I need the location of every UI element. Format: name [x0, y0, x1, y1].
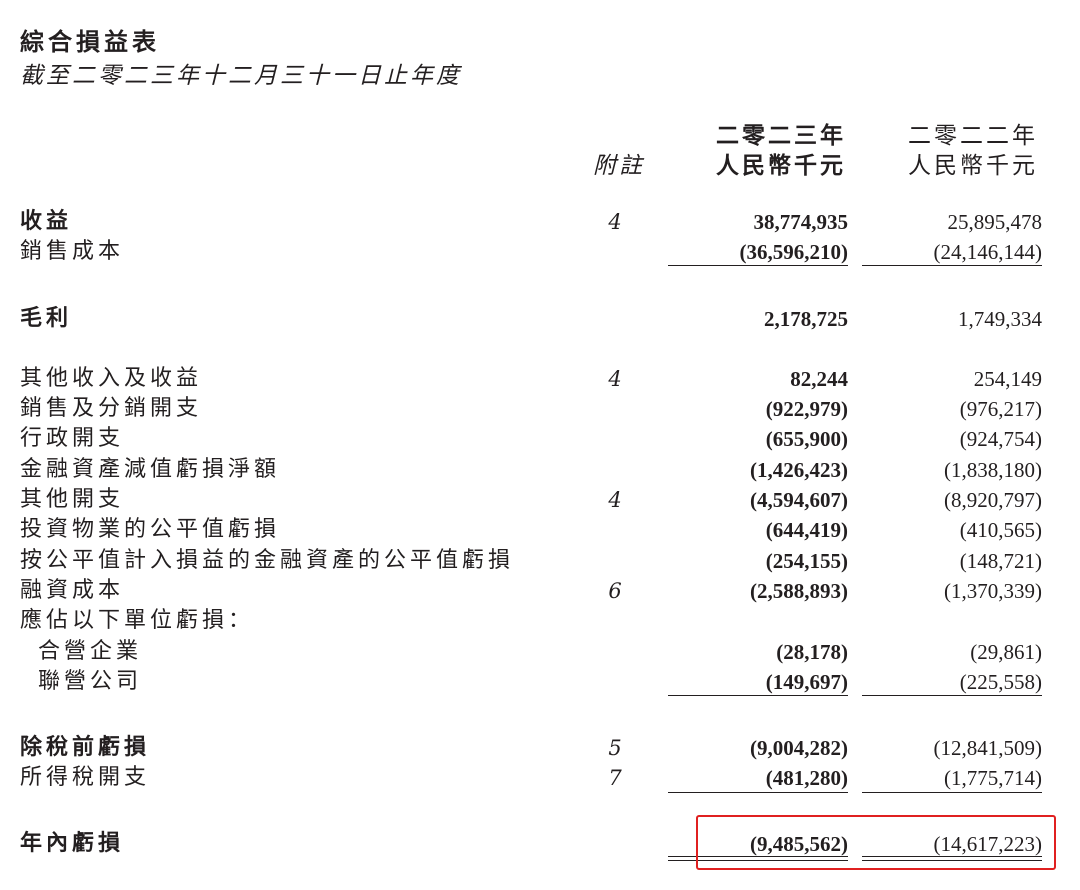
- row-note: 4: [608, 367, 622, 391]
- value-2022: (1,838,180): [944, 458, 1042, 482]
- value-2023: (2,588,893): [750, 579, 848, 603]
- value-2022: (12,841,509): [933, 736, 1043, 760]
- subtotal-rule-2022: [862, 265, 1042, 266]
- value-2023: 2,178,725: [764, 307, 848, 331]
- highlight-box: [696, 815, 1056, 870]
- table-row: 所得稅開支 7 (481,280) (1,775,714): [0, 763, 1080, 793]
- header-year-2022: 二零二二年: [908, 123, 1038, 149]
- subtotal-rule-2023: [668, 695, 848, 696]
- value-2023: (36,596,210): [739, 240, 849, 264]
- row-label: 收益: [20, 209, 73, 234]
- row-label: 毛利: [20, 306, 73, 331]
- table-row: 融資成本 6 (2,588,893) (1,370,339): [0, 576, 1080, 606]
- row-label: 銷售成本: [20, 239, 125, 264]
- value-2023: (1,426,423): [750, 458, 848, 482]
- value-2023: (28,178): [776, 640, 848, 664]
- value-2022: (924,754): [959, 427, 1042, 451]
- row-note: 5: [608, 736, 622, 760]
- statement-title: 綜合損益表: [20, 28, 160, 56]
- value-2023: 82,244: [790, 367, 848, 391]
- header-currency-2022: 人民幣千元: [908, 153, 1038, 179]
- statement-subtitle: 截至二零二三年十二月三十一日止年度: [20, 63, 462, 89]
- subtotal-rule-2023: [668, 792, 848, 793]
- value-2022: (148,721): [959, 549, 1042, 573]
- table-row: 聯營公司 (149,697) (225,558): [0, 667, 1080, 697]
- value-2022: (8,920,797): [944, 488, 1042, 512]
- row-label: 投資物業的公平值虧損: [20, 517, 281, 542]
- table-row: 投資物業的公平值虧損 (644,419) (410,565): [0, 515, 1080, 545]
- table-row: 其他收入及收益 4 82,244 254,149: [0, 364, 1080, 394]
- value-2023: (4,594,607): [750, 488, 848, 512]
- value-2022: (24,146,144): [933, 240, 1043, 264]
- subtotal-rule-2022: [862, 792, 1042, 793]
- value-2022: (29,861): [970, 640, 1042, 664]
- table-row: 應佔以下單位虧損：: [0, 606, 1080, 636]
- value-2022: 25,895,478: [947, 210, 1043, 234]
- row-label: 年內虧損: [20, 831, 125, 856]
- table-row: 除稅前虧損 5 (9,004,282) (12,841,509): [0, 733, 1080, 763]
- row-note: 7: [608, 766, 622, 790]
- row-note: 6: [608, 579, 622, 603]
- value-2022: (976,217): [959, 397, 1042, 421]
- value-2022: (225,558): [959, 670, 1042, 694]
- value-2022: 254,149: [973, 367, 1042, 391]
- value-2023: (481,280): [765, 766, 848, 790]
- value-2023: 38,774,935: [753, 210, 849, 234]
- header-year-2023: 二零二三年: [716, 123, 846, 149]
- table-row: 銷售及分銷開支 (922,979) (976,217): [0, 394, 1080, 424]
- row-label: 其他開支: [20, 487, 125, 512]
- header-note: 附註: [593, 153, 645, 179]
- row-label: 所得稅開支: [20, 765, 151, 790]
- table-row: 毛利 2,178,725 1,749,334: [0, 304, 1080, 334]
- table-row: 收益 4 38,774,935 25,895,478: [0, 207, 1080, 237]
- row-label: 融資成本: [20, 578, 125, 603]
- row-note: 4: [608, 488, 622, 512]
- row-label: 按公平值計入損益的金融資產的公平值虧損: [20, 548, 515, 573]
- value-2022: (1,370,339): [944, 579, 1042, 603]
- table-row: 銷售成本 (36,596,210) (24,146,144): [0, 237, 1080, 267]
- row-label: 銷售及分銷開支: [20, 396, 203, 421]
- subtotal-rule-2022: [862, 695, 1042, 696]
- subtotal-rule-2023: [668, 265, 848, 266]
- value-2022: 1,749,334: [958, 307, 1042, 331]
- table-row: 按公平值計入損益的金融資產的公平值虧損 (254,155) (148,721): [0, 546, 1080, 576]
- table-row: 其他開支 4 (4,594,607) (8,920,797): [0, 485, 1080, 515]
- row-label: 其他收入及收益: [20, 366, 203, 391]
- value-2022: (410,565): [959, 518, 1042, 542]
- table-row: 合營企業 (28,178) (29,861): [0, 637, 1080, 667]
- value-2023: (655,900): [765, 427, 848, 451]
- value-2022: (1,775,714): [944, 766, 1042, 790]
- row-note: 4: [608, 210, 622, 234]
- value-2023: (254,155): [765, 549, 848, 573]
- value-2023: (9,004,282): [750, 736, 848, 760]
- table-row: 金融資產減值虧損淨額 (1,426,423) (1,838,180): [0, 455, 1080, 485]
- value-2023: (922,979): [765, 397, 848, 421]
- value-2023: (149,697): [765, 670, 848, 694]
- row-label: 應佔以下單位虧損：: [20, 608, 255, 633]
- row-label: 聯營公司: [38, 669, 143, 694]
- header-currency-2023: 人民幣千元: [716, 153, 846, 179]
- value-2023: (644,419): [765, 518, 848, 542]
- row-label: 金融資產減值虧損淨額: [20, 457, 281, 482]
- row-label: 除稅前虧損: [20, 735, 151, 760]
- row-label: 行政開支: [20, 426, 125, 451]
- table-row: 行政開支 (655,900) (924,754): [0, 424, 1080, 454]
- row-label: 合營企業: [38, 639, 143, 664]
